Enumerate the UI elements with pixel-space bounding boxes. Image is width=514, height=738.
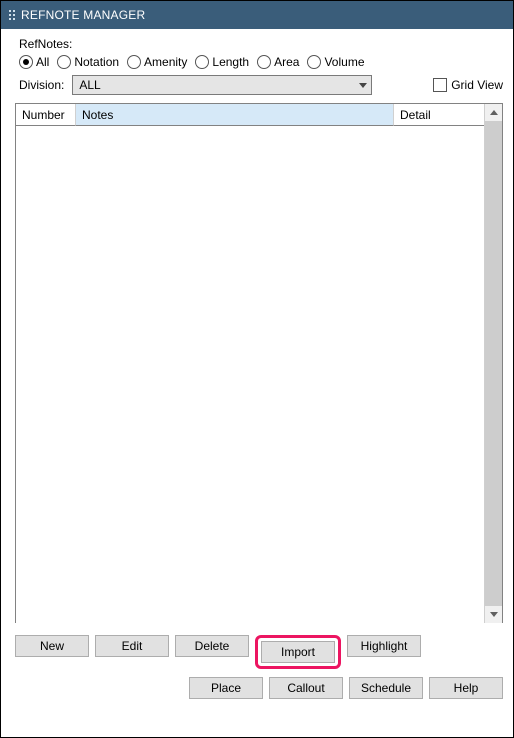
scroll-up-button[interactable] <box>485 104 502 121</box>
radio-label: Length <box>212 55 249 69</box>
radio-notation[interactable]: Notation <box>57 55 119 69</box>
help-button[interactable]: Help <box>429 677 503 699</box>
titlebar[interactable]: REFNOTE MANAGER <box>1 1 513 29</box>
window-title: REFNOTE MANAGER <box>21 8 145 22</box>
radio-label: Area <box>274 55 299 69</box>
button-label: New <box>40 639 64 653</box>
radio-label: All <box>36 55 49 69</box>
scroll-track[interactable] <box>485 121 502 606</box>
radio-amenity[interactable]: Amenity <box>127 55 187 69</box>
action-button-row: New Edit Delete Import Highlight <box>15 635 503 669</box>
division-label: Division: <box>19 78 64 92</box>
edit-button[interactable]: Edit <box>95 635 169 657</box>
scroll-down-button[interactable] <box>485 606 502 623</box>
button-label: Delete <box>195 639 230 653</box>
column-label: Detail <box>400 108 431 122</box>
grid-view-label: Grid View <box>451 78 503 92</box>
radio-icon <box>195 55 209 69</box>
footer-button-row: Place Callout Schedule Help <box>15 677 503 699</box>
button-label: Highlight <box>361 639 408 653</box>
button-label: Import <box>281 645 315 659</box>
radio-icon <box>257 55 271 69</box>
radio-area[interactable]: Area <box>257 55 299 69</box>
column-header-detail[interactable]: Detail <box>394 104 484 126</box>
table-header-row: Number Notes Detail <box>16 104 484 126</box>
chevron-down-icon <box>359 83 367 88</box>
column-header-notes[interactable]: Notes <box>76 104 394 126</box>
import-button[interactable]: Import <box>261 641 335 663</box>
radio-icon <box>307 55 321 69</box>
radio-icon <box>57 55 71 69</box>
refnote-manager-window: REFNOTE MANAGER RefNotes: All Notation A… <box>0 0 514 738</box>
button-label: Callout <box>287 681 324 695</box>
filter-radio-group: All Notation Amenity Length Area Volume <box>19 55 503 69</box>
schedule-button[interactable]: Schedule <box>349 677 423 699</box>
radio-all[interactable]: All <box>19 55 49 69</box>
radio-label: Notation <box>74 55 119 69</box>
chevron-up-icon <box>490 110 498 115</box>
grid-view-checkbox[interactable]: Grid View <box>433 78 503 92</box>
scroll-thumb[interactable] <box>485 121 502 606</box>
chevron-down-icon <box>490 612 498 617</box>
vertical-scrollbar[interactable] <box>484 104 502 623</box>
place-button[interactable]: Place <box>189 677 263 699</box>
radio-label: Volume <box>324 55 364 69</box>
client-area: RefNotes: All Notation Amenity Length Ar… <box>1 29 513 737</box>
import-highlight: Import <box>255 635 341 669</box>
radio-label: Amenity <box>144 55 187 69</box>
button-label: Help <box>454 681 479 695</box>
radio-icon <box>19 55 33 69</box>
division-select[interactable]: ALL <box>72 75 372 95</box>
checkbox-icon <box>433 78 447 92</box>
radio-volume[interactable]: Volume <box>307 55 364 69</box>
refnotes-label: RefNotes: <box>19 37 503 51</box>
grip-icon <box>9 10 15 20</box>
division-row: Division: ALL Grid View <box>19 75 503 95</box>
column-label: Number <box>22 108 65 122</box>
column-header-number[interactable]: Number <box>16 104 76 126</box>
highlight-button[interactable]: Highlight <box>347 635 421 657</box>
button-label: Place <box>211 681 241 695</box>
table-body[interactable] <box>16 126 484 623</box>
new-button[interactable]: New <box>15 635 89 657</box>
refnotes-table: Number Notes Detail <box>15 103 503 623</box>
table-main: Number Notes Detail <box>16 104 484 623</box>
button-label: Edit <box>122 639 143 653</box>
callout-button[interactable]: Callout <box>269 677 343 699</box>
radio-icon <box>127 55 141 69</box>
division-value: ALL <box>79 78 100 92</box>
radio-length[interactable]: Length <box>195 55 249 69</box>
delete-button[interactable]: Delete <box>175 635 249 657</box>
column-label: Notes <box>82 108 113 122</box>
button-label: Schedule <box>361 681 411 695</box>
